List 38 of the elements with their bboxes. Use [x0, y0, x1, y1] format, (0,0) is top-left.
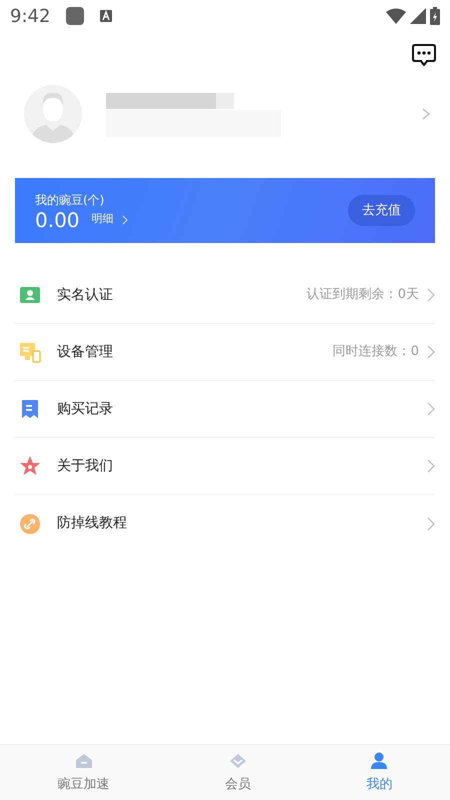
- menu-item[interactable]: 关于我们: [15, 438, 435, 495]
- balance-amount: 0.00: [35, 208, 80, 230]
- balance-label: 我的豌豆(个): [35, 192, 106, 208]
- menu-label: 实名认证: [57, 286, 113, 304]
- tab[interactable]: 豌豆加速: [0, 745, 168, 800]
- wifi-icon: [386, 8, 406, 24]
- menu-item[interactable]: 实名认证 认证到期剩余：0天: [15, 267, 435, 324]
- tab[interactable]: 会员: [167, 745, 309, 800]
- battery-icon: [430, 7, 440, 25]
- chevron-right-icon: [427, 516, 435, 530]
- chevron-right-icon: [427, 345, 435, 359]
- chevron-right-icon[interactable]: [422, 108, 430, 120]
- signal-icon: [410, 8, 426, 24]
- menu-label: 防掉线教程: [57, 514, 127, 533]
- menu-item[interactable]: 防掉线教程: [15, 495, 435, 552]
- menu-value: 同时连接数：0: [332, 343, 419, 362]
- detail-link[interactable]: 明细: [92, 211, 114, 228]
- message-icon[interactable]: [412, 44, 436, 66]
- menu-label: 购买记录: [57, 400, 113, 418]
- link-icon: [19, 512, 41, 534]
- star-icon: [19, 455, 41, 477]
- menu-item[interactable]: 设备管理 同时连接数：0: [15, 324, 435, 381]
- person-icon: [369, 750, 390, 771]
- chevron-right-icon: [427, 288, 435, 302]
- menu-label: 关于我们: [57, 456, 113, 476]
- chevron-right-icon: [427, 402, 435, 416]
- chevron-right-icon[interactable]: [122, 214, 128, 224]
- menu-value: 认证到期剩余：0天: [306, 286, 419, 304]
- recharge-button[interactable]: 去充值: [348, 194, 415, 226]
- status-time: 9:42: [10, 4, 50, 28]
- devices-icon: [19, 341, 41, 363]
- menu-item[interactable]: 购买记录: [15, 381, 435, 438]
- id-card-icon: [19, 284, 41, 306]
- app-notification-icon: [66, 7, 84, 25]
- chevron-right-icon: [427, 459, 435, 473]
- keyboard-icon: [100, 10, 112, 22]
- receipt-icon: [19, 398, 41, 420]
- menu-label: 设备管理: [57, 342, 113, 362]
